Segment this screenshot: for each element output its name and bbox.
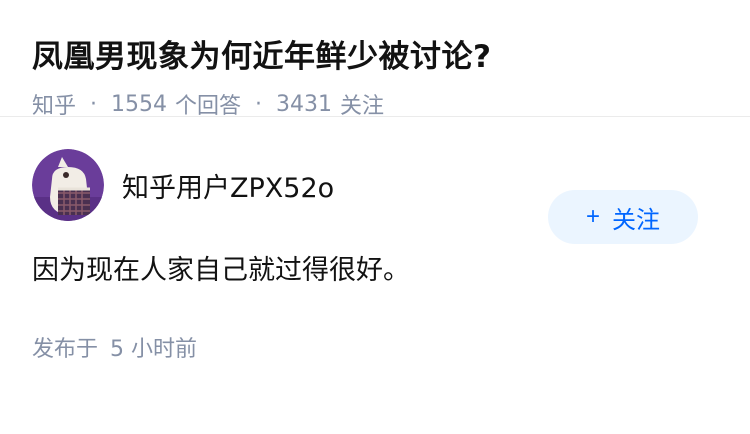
follow-button[interactable]: + 关注 [548,190,698,244]
follower-count-label: 关注 [340,94,385,119]
answer-count: 1554 [111,91,168,117]
answer-footer: 发布于 5 小时前 [32,331,718,363]
question-meta: 知乎 · 1554 个回答 · 3431 关注 [32,88,718,120]
answer-card: 知乎用户ZPX52o + 关注 因为现在人家自己就过得很好。 发布于 5 小时前 [0,149,750,363]
follow-label: 关注 [612,206,660,234]
source-label[interactable]: 知乎 [32,88,76,120]
plus-icon: + [585,203,600,230]
follower-count: 3431 [276,91,333,117]
user-avatar-icon[interactable] [32,149,104,221]
author-name[interactable]: 知乎用户ZPX52o [122,166,334,205]
meta-separator: · [90,91,98,117]
published-prefix: 发布于 [32,337,99,362]
question-title[interactable]: 凤凰男现象为何近年鲜少被讨论? [32,34,718,80]
published-time: 5 小时前 [110,337,198,362]
answer-content[interactable]: 因为现在人家自己就过得很好。 [32,251,718,291]
meta-separator: · [255,91,263,117]
question-header: 凤凰男现象为何近年鲜少被讨论? 知乎 · 1554 个回答 · 3431 关注 [0,0,750,120]
answer-count-label: 个回答 [175,94,242,119]
